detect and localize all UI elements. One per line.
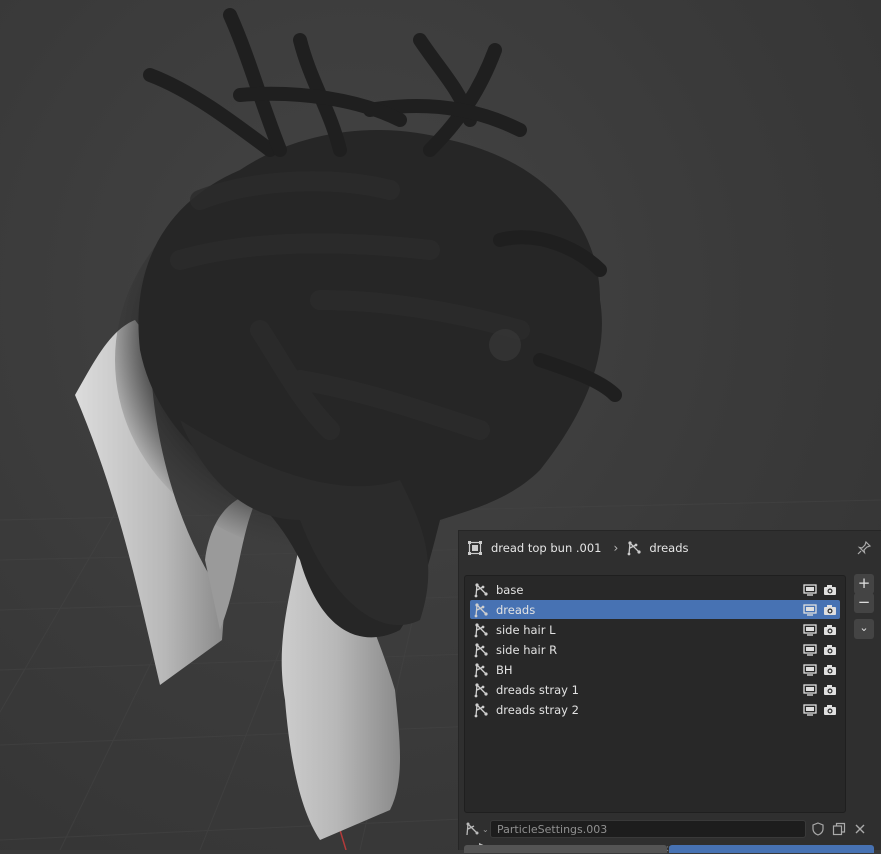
- add-particle-system-button[interactable]: +: [854, 574, 874, 594]
- show-render-camera-icon[interactable]: [823, 604, 837, 616]
- particle-system-name: dreads stray 2: [496, 702, 579, 717]
- breadcrumb-chevron-icon: ›: [613, 541, 619, 555]
- show-render-camera-icon[interactable]: [823, 584, 837, 596]
- particle-system-name: BH: [496, 662, 513, 677]
- particle-system-icon: [473, 702, 489, 718]
- list-item[interactable]: dreads stray 2: [470, 700, 840, 719]
- tab-emitter[interactable]: [464, 845, 667, 853]
- duplicate-icon[interactable]: [830, 820, 848, 838]
- chevron-down-icon: ⌄: [482, 824, 489, 834]
- particle-system-name: base: [496, 582, 524, 597]
- fake-user-shield-icon[interactable]: [809, 820, 827, 838]
- list-item[interactable]: BH: [470, 660, 840, 679]
- list-item[interactable]: dreads stray 1: [470, 680, 840, 699]
- remove-particle-system-button[interactable]: −: [854, 593, 874, 613]
- list-item[interactable]: side hair L: [470, 620, 840, 639]
- particle-system-icon: [626, 540, 642, 556]
- show-render-camera-icon[interactable]: [823, 624, 837, 636]
- particle-system-icon: [473, 582, 489, 598]
- particle-system-name: side hair L: [496, 622, 556, 637]
- particle-properties-panel: dread top bun .001 › dreads ▶ ::::: base…: [458, 530, 881, 854]
- particle-settings-browse-button[interactable]: ⌄: [464, 819, 490, 839]
- particle-system-name: dreads: [496, 602, 536, 617]
- mesh-object-icon: [467, 540, 483, 556]
- pin-icon[interactable]: [856, 540, 872, 556]
- particle-settings-row: ⌄ ParticleSettings.003: [464, 819, 874, 839]
- particle-system-name: dreads stray 1: [496, 682, 579, 697]
- list-item[interactable]: side hair R: [470, 640, 840, 659]
- tab-hair[interactable]: [669, 845, 874, 853]
- particle-system-list[interactable]: ▶ ::::: basedreadsside hair Lside hair R…: [464, 575, 846, 854]
- show-viewport-monitor-icon[interactable]: [803, 703, 817, 716]
- breadcrumb-object-name[interactable]: dread top bun .001: [491, 541, 602, 555]
- particle-system-icon: [473, 682, 489, 698]
- particle-system-icon: [473, 622, 489, 638]
- show-viewport-monitor-icon[interactable]: [803, 643, 817, 656]
- show-render-camera-icon[interactable]: [823, 704, 837, 716]
- show-viewport-monitor-icon[interactable]: [803, 663, 817, 676]
- show-render-camera-icon[interactable]: [823, 644, 837, 656]
- unlink-close-icon[interactable]: [851, 820, 869, 838]
- show-render-camera-icon[interactable]: [823, 664, 837, 676]
- particle-settings-icon: [466, 822, 479, 836]
- particle-settings-name-field[interactable]: ParticleSettings.003: [490, 820, 806, 838]
- specials-menu-button[interactable]: ⌄: [854, 619, 874, 639]
- show-viewport-monitor-icon[interactable]: [803, 683, 817, 696]
- particle-system-icon: [473, 642, 489, 658]
- list-item[interactable]: base: [470, 580, 840, 599]
- particle-system-icon: [473, 602, 489, 618]
- particle-system-name: side hair R: [496, 642, 558, 657]
- properties-header: dread top bun .001 › dreads: [459, 531, 881, 565]
- list-item[interactable]: dreads: [470, 600, 840, 619]
- breadcrumb-system-name[interactable]: dreads: [649, 541, 688, 555]
- show-viewport-monitor-icon[interactable]: [803, 623, 817, 636]
- show-render-camera-icon[interactable]: [823, 684, 837, 696]
- show-viewport-monitor-icon[interactable]: [803, 603, 817, 616]
- settings-tabs: [464, 845, 874, 853]
- show-viewport-monitor-icon[interactable]: [803, 583, 817, 596]
- particle-system-icon: [473, 662, 489, 678]
